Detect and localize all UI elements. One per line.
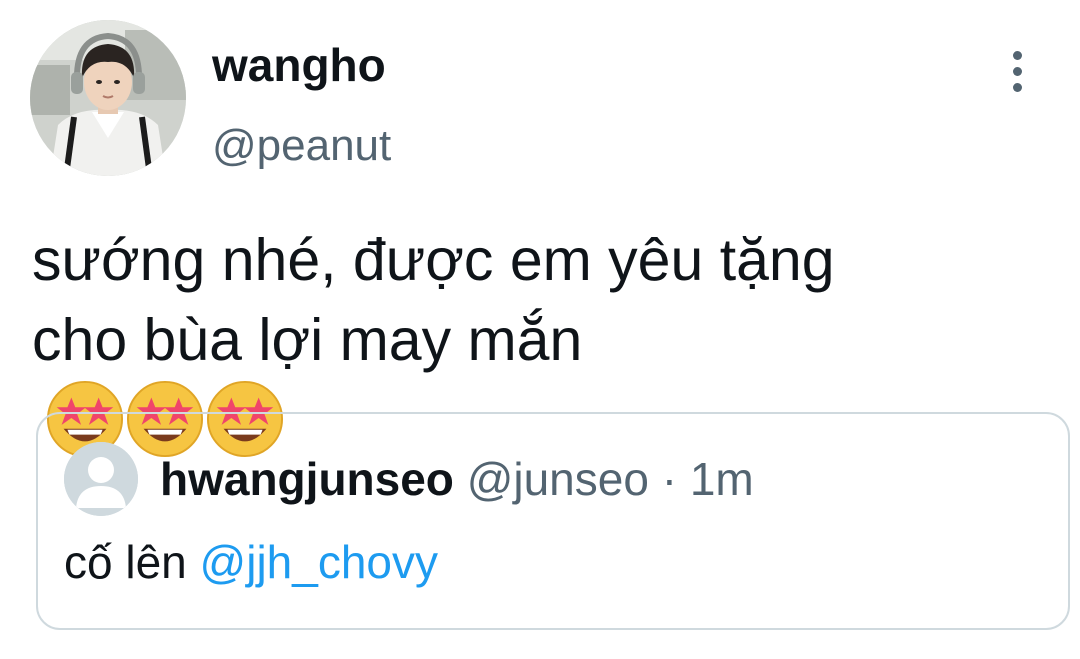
quoted-tweet-header: hwangjunseo @junseo · 1m xyxy=(160,450,754,508)
default-user-avatar-icon xyxy=(64,442,138,516)
more-options-button[interactable] xyxy=(996,46,1038,96)
tweet-text-line-2: cho bùa lợi may mắn xyxy=(32,307,583,373)
quoted-tweet-card[interactable]: hwangjunseo @junseo · 1m cố lên @jjh_cho… xyxy=(36,412,1070,630)
quoted-tweet-time[interactable]: 1m xyxy=(690,453,754,505)
tweet-text-line: sướng nhé, được em yêu tặng xyxy=(32,227,835,293)
quoted-author-username[interactable]: @junseo xyxy=(467,453,649,505)
meta-separator: · xyxy=(661,453,678,505)
author-avatar[interactable] xyxy=(30,20,186,176)
author-username[interactable]: @peanut xyxy=(212,116,391,176)
more-vertical-icon-dot xyxy=(1012,66,1022,76)
quoted-author-avatar[interactable] xyxy=(64,442,138,516)
more-vertical-icon-dot xyxy=(1012,82,1022,92)
mention-link[interactable]: @jjh_chovy xyxy=(200,536,438,588)
quoted-tweet-text-prefix: cố lên xyxy=(64,536,187,588)
quoted-tweet-text: cố lên @jjh_chovy xyxy=(64,532,438,592)
more-vertical-icon xyxy=(1012,50,1022,60)
quoted-author-display-name[interactable]: hwangjunseo xyxy=(160,453,454,505)
user-photo-avatar-icon xyxy=(30,20,186,176)
author-display-name[interactable]: wangho xyxy=(212,36,386,94)
